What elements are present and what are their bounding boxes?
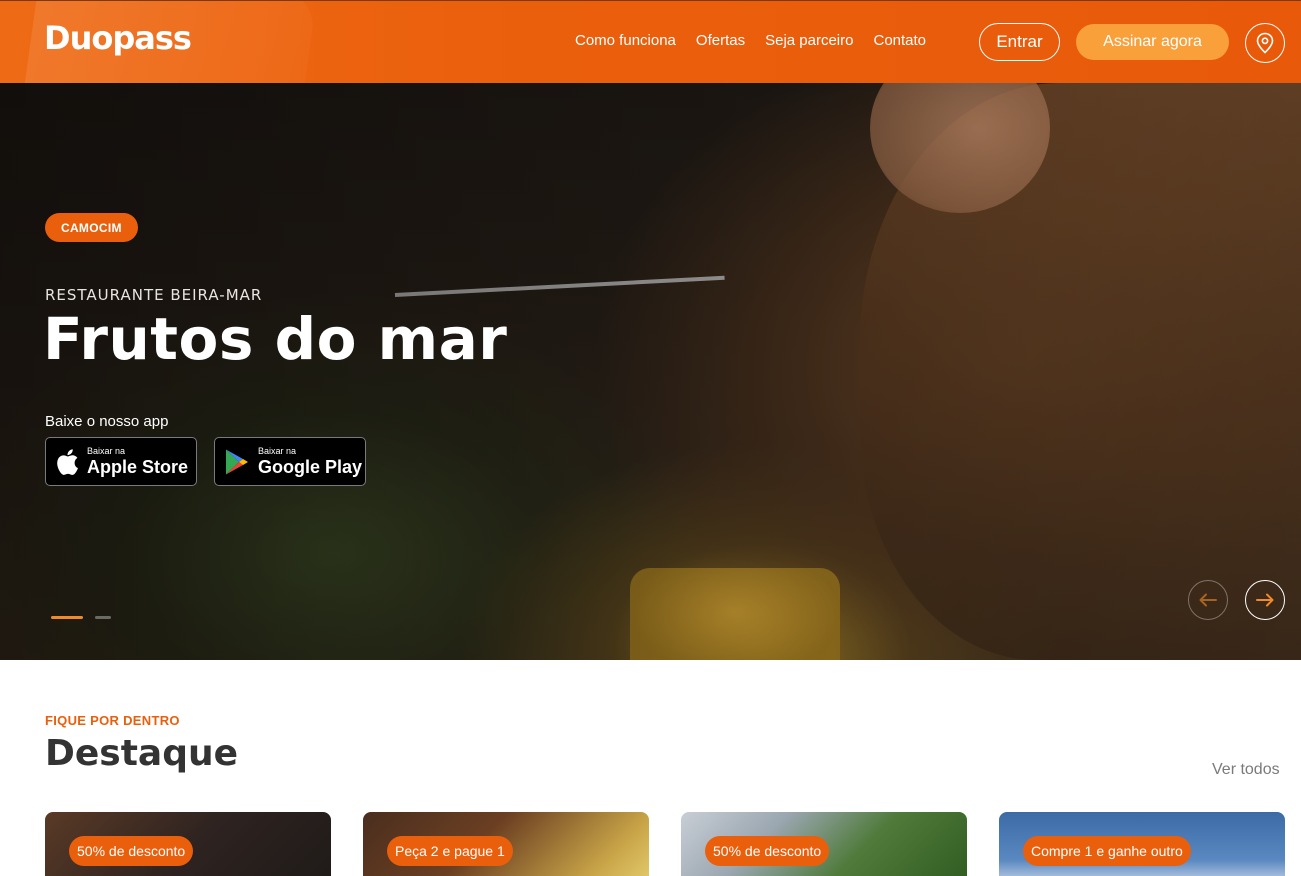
carousel-indicators xyxy=(51,616,111,619)
login-button[interactable]: Entrar xyxy=(979,23,1060,61)
apple-store-big-text: Apple Store xyxy=(87,457,189,477)
section-kicker: FIQUE POR DENTRO xyxy=(45,713,180,728)
google-play-big-text: Google Play xyxy=(258,457,363,477)
apple-icon xyxy=(57,448,78,475)
offer-card[interactable]: Compre 1 e ganhe outro xyxy=(999,812,1285,876)
offer-badge: 50% de desconto xyxy=(705,836,830,866)
arrow-right-icon xyxy=(1256,593,1274,607)
nav-link-ofertas[interactable]: Ofertas xyxy=(696,32,745,49)
offer-card[interactable]: 50% de desconto xyxy=(45,812,331,876)
nav-link-contato[interactable]: Contato xyxy=(873,32,926,49)
google-play-button[interactable]: Baixar na Google Play xyxy=(214,437,366,486)
google-play-icon xyxy=(226,449,248,474)
carousel-dot-active[interactable] xyxy=(51,616,83,619)
nav-link-seja-parceiro[interactable]: Seja parceiro xyxy=(765,32,853,49)
carousel-prev-button[interactable] xyxy=(1188,580,1228,620)
see-all-link[interactable]: Ver todos xyxy=(1212,761,1280,779)
brand-logo[interactable]: Duopass xyxy=(44,19,192,57)
hero-title: Frutos do mar xyxy=(43,305,508,373)
map-pin-icon xyxy=(1256,32,1274,54)
site-header: Duopass Como funciona Ofertas Seja parce… xyxy=(0,0,1301,83)
subscribe-button[interactable]: Assinar agora xyxy=(1076,24,1229,60)
nav-link-como-funciona[interactable]: Como funciona xyxy=(575,32,676,49)
offer-card[interactable]: Peça 2 e pague 1 xyxy=(363,812,649,876)
google-play-small-text: Baixar na xyxy=(258,446,297,456)
hero-carousel: CAMOCIM RESTAURANTE BEIRA-MAR Frutos do … xyxy=(0,83,1301,660)
apple-store-button[interactable]: Baixar na Apple Store xyxy=(45,437,197,486)
offer-badge: Compre 1 e ganhe outro xyxy=(1023,836,1191,866)
apple-store-small-text: Baixar na xyxy=(87,446,126,456)
location-button[interactable] xyxy=(1245,23,1285,63)
arrow-left-icon xyxy=(1199,593,1217,607)
hero-kicker: RESTAURANTE BEIRA-MAR xyxy=(45,286,263,304)
section-title: Destaque xyxy=(45,733,239,774)
offer-badge: 50% de desconto xyxy=(69,836,194,866)
app-download-label: Baixe o nosso app xyxy=(45,413,169,430)
offer-card[interactable]: 50% de desconto xyxy=(681,812,967,876)
main-nav: Como funciona Ofertas Seja parceiro Cont… xyxy=(575,32,946,49)
city-tag[interactable]: CAMOCIM xyxy=(45,213,138,242)
carousel-next-button[interactable] xyxy=(1245,580,1285,620)
offer-badge: Peça 2 e pague 1 xyxy=(387,836,513,866)
carousel-dot[interactable] xyxy=(95,616,111,619)
